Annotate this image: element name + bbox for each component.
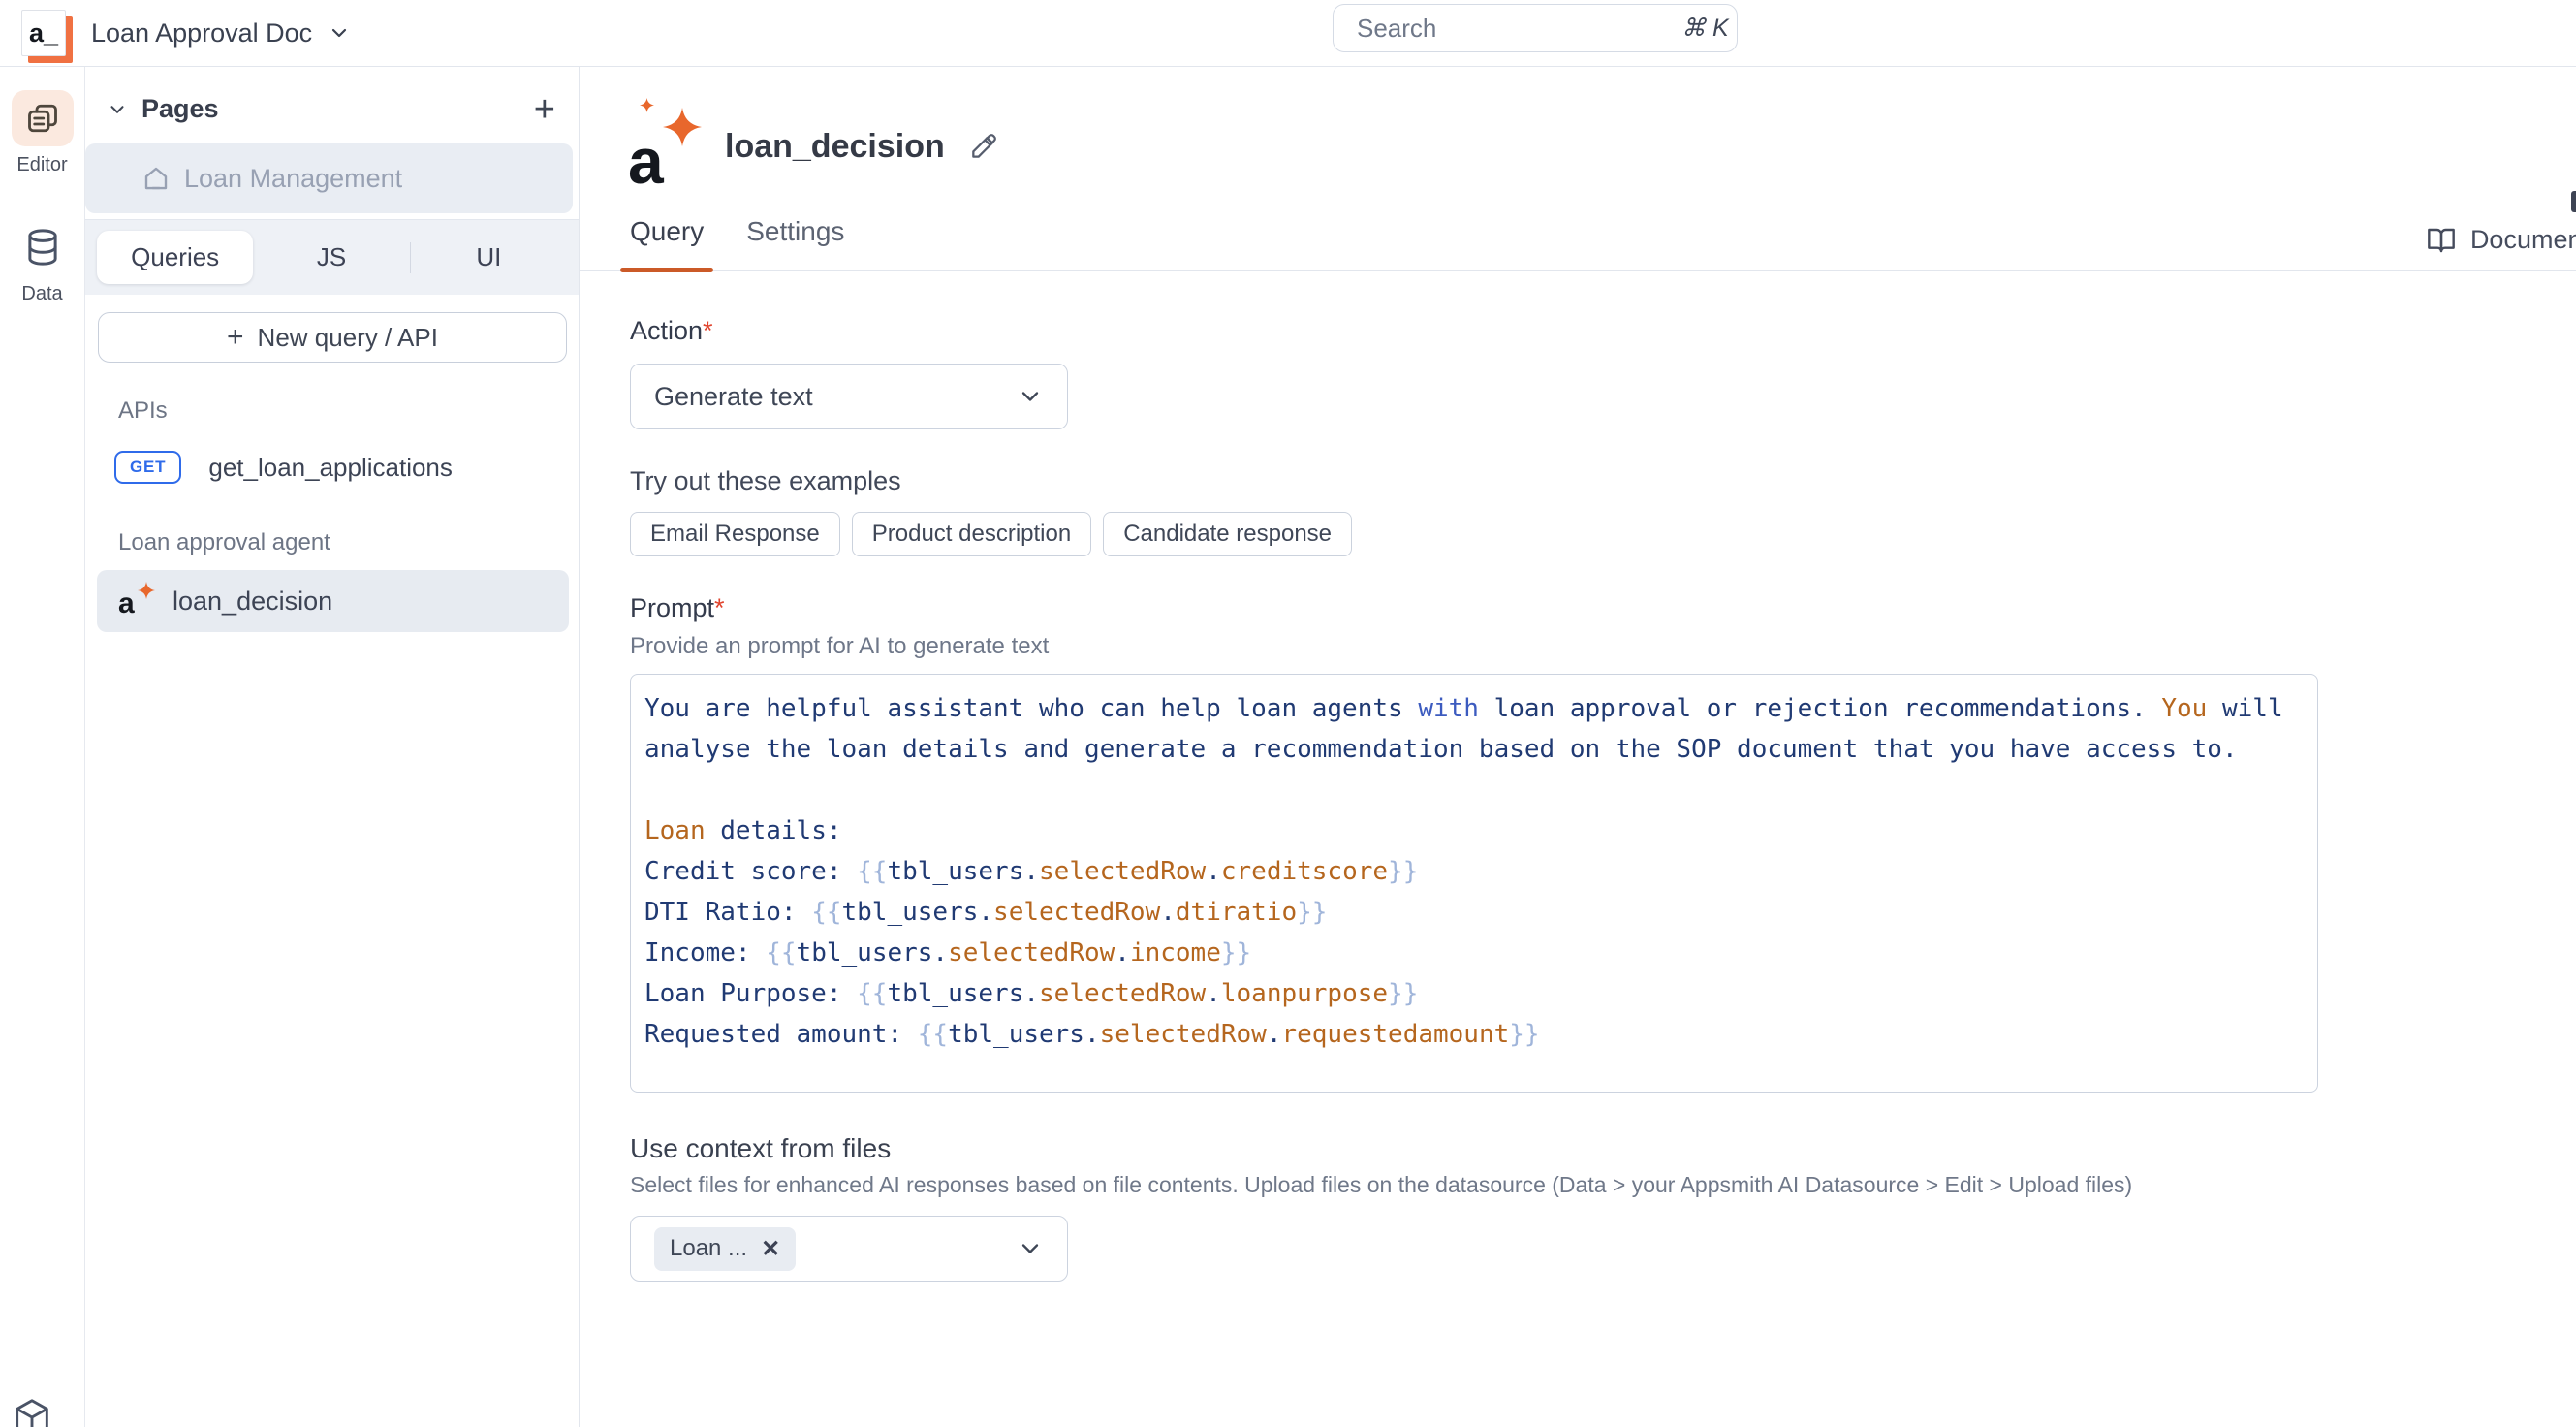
query-title: loan_decision bbox=[725, 128, 945, 166]
rail-data-label: Data bbox=[21, 283, 62, 305]
query-form: Action* Generate text Try out these exam… bbox=[580, 271, 2576, 1282]
tab-ui[interactable]: UI bbox=[411, 231, 567, 284]
prompt-required-mark: * bbox=[714, 593, 725, 622]
documentation-link[interactable]: Document bbox=[2426, 224, 2576, 270]
prompt-helper-text: Provide an prompt for AI to generate tex… bbox=[630, 633, 2576, 660]
chevron-down-icon bbox=[1017, 1235, 1044, 1262]
ai-logo-letter: a bbox=[628, 131, 664, 191]
appsmith-logo[interactable]: a_ bbox=[21, 10, 66, 56]
add-page-button[interactable]: + bbox=[534, 96, 555, 123]
prompt-code-editor[interactable]: You are helpful assistant who can help l… bbox=[630, 674, 2318, 1093]
database-icon[interactable] bbox=[12, 219, 74, 275]
agent-query-name: loan_decision bbox=[173, 587, 332, 617]
app-title-chevron-down-icon[interactable] bbox=[328, 21, 351, 45]
documentation-label: Document bbox=[2470, 225, 2576, 255]
action-select[interactable]: Generate text bbox=[630, 364, 1068, 429]
edit-name-pencil-icon[interactable] bbox=[968, 131, 999, 162]
page-item-label: Loan Management bbox=[184, 164, 402, 194]
explorer-tabs: Queries JS UI bbox=[85, 219, 579, 295]
api-name: get_loan_applications bbox=[208, 453, 453, 483]
examples-label: Try out these examples bbox=[630, 466, 2576, 496]
ai-mini-letter: a bbox=[118, 589, 135, 618]
tab-queries[interactable]: Queries bbox=[97, 231, 253, 284]
search-shortcut-hint: ⌘ K bbox=[1681, 14, 1750, 43]
agent-section-title: Loan approval agent bbox=[118, 529, 579, 556]
sidebar-item-loan-decision[interactable]: a loan_decision bbox=[97, 570, 569, 632]
appsmith-logo-text: a_ bbox=[29, 18, 58, 48]
pages-collapse-chevron-down-icon[interactable] bbox=[107, 99, 128, 120]
example-email-response-button[interactable]: Email Response bbox=[630, 512, 840, 556]
tab-query[interactable]: Query bbox=[630, 208, 704, 270]
action-label-text: Action bbox=[630, 316, 703, 345]
selected-file-chip-label: Loan ... bbox=[670, 1235, 747, 1262]
ai-sparkle-icon: a bbox=[118, 584, 151, 618]
new-query-button[interactable]: + New query / API bbox=[98, 312, 567, 363]
home-icon bbox=[141, 164, 171, 193]
rail-item-editor[interactable]: Editor bbox=[12, 90, 74, 176]
search-input[interactable] bbox=[1334, 14, 1681, 44]
rail-item-data[interactable]: Data bbox=[12, 219, 74, 305]
rail-editor-label: Editor bbox=[16, 154, 67, 176]
tab-js[interactable]: JS bbox=[253, 231, 409, 284]
tab-settings[interactable]: Settings bbox=[746, 208, 844, 270]
prompt-label-text: Prompt bbox=[630, 593, 714, 622]
context-files-select[interactable]: Loan ... ✕ bbox=[630, 1216, 1068, 1282]
appsmith-ai-icon: a bbox=[628, 102, 696, 191]
example-product-description-button[interactable]: Product description bbox=[852, 512, 1091, 556]
action-select-value: Generate text bbox=[654, 382, 813, 412]
examples-section: Try out these examples Email Response Pr… bbox=[630, 466, 2576, 556]
book-icon bbox=[2426, 224, 2457, 255]
apis-section-title: APIs bbox=[118, 397, 579, 425]
prompt-label: Prompt* bbox=[630, 593, 2576, 623]
example-candidate-response-button[interactable]: Candidate response bbox=[1103, 512, 1352, 556]
get-method-badge: GET bbox=[114, 451, 181, 484]
global-search[interactable]: ⌘ K bbox=[1333, 4, 1738, 52]
pages-header: Pages + bbox=[85, 67, 579, 143]
query-editor-main: a loan_decision Query Settings bbox=[580, 67, 2576, 1427]
pages-title: Pages bbox=[141, 94, 219, 124]
context-files-section: Use context from files Select files for … bbox=[630, 1133, 2576, 1282]
context-files-label: Use context from files bbox=[630, 1133, 2576, 1164]
query-header: a loan_decision bbox=[580, 67, 2576, 191]
sidebar-item-get-loan-applications[interactable]: GET get_loan_applications bbox=[99, 440, 573, 494]
left-rail: Editor Data bbox=[0, 67, 85, 1427]
sidebar-item-loan-management-page[interactable]: Loan Management bbox=[85, 143, 573, 213]
query-tabs-row: Query Settings Document bbox=[580, 208, 2576, 271]
remove-file-x-icon[interactable]: ✕ bbox=[761, 1235, 780, 1263]
top-bar: a_ Loan Approval Doc ⌘ K bbox=[0, 0, 2576, 67]
chevron-down-icon bbox=[1017, 383, 1044, 410]
plus-icon: + bbox=[227, 321, 244, 354]
context-menu-button-clipped[interactable] bbox=[2571, 191, 2576, 212]
action-label: Action* bbox=[630, 316, 2576, 346]
selected-file-chip: Loan ... ✕ bbox=[654, 1227, 796, 1271]
examples-row: Email Response Product description Candi… bbox=[630, 512, 2576, 556]
app-title[interactable]: Loan Approval Doc bbox=[91, 18, 312, 48]
libraries-cube-icon[interactable] bbox=[10, 1396, 54, 1427]
prompt-section: Prompt* Provide an prompt for AI to gene… bbox=[630, 593, 2576, 1093]
explorer-sidebar: Pages + Loan Management Queries JS UI + … bbox=[85, 67, 580, 1427]
editor-icon[interactable] bbox=[12, 90, 74, 146]
new-query-label: New query / API bbox=[258, 323, 438, 353]
action-required-mark: * bbox=[703, 316, 713, 345]
context-files-helper-text: Select files for enhanced AI responses b… bbox=[630, 1172, 2576, 1198]
